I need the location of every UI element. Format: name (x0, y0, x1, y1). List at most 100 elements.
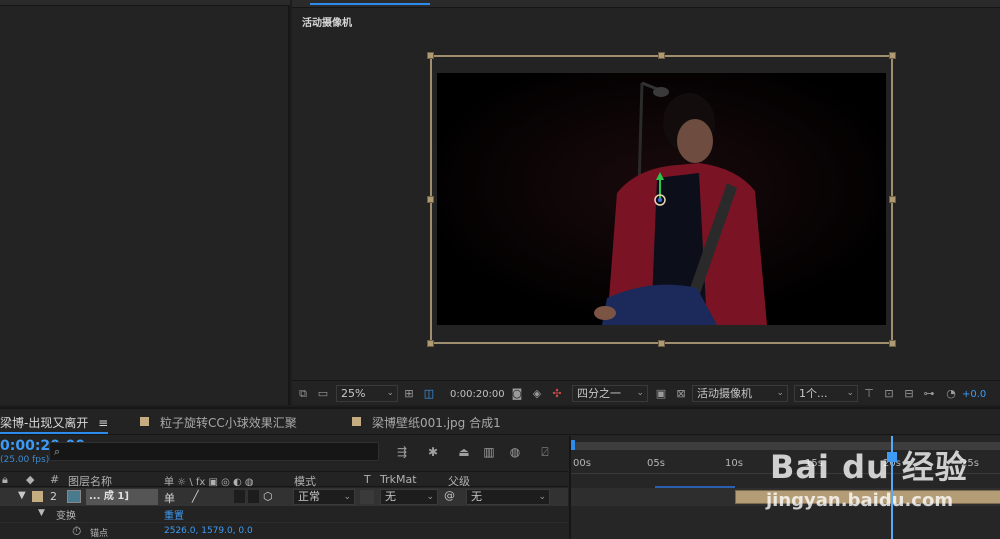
stopwatch-icon[interactable]: ⏱︎ (72, 524, 81, 539)
frame-handle-top-center[interactable] (658, 52, 665, 59)
tab-label: 梁博-出现又离开 (0, 416, 89, 430)
column-parent[interactable]: 父级 (448, 473, 470, 489)
viewer-active-tab[interactable] (310, 0, 430, 5)
frame-handle-middle-left[interactable] (427, 196, 434, 203)
resolution-value: 四分之一 (577, 387, 621, 400)
toggle-pixel-aspect-icon[interactable]: ⊤ (862, 387, 876, 400)
timeline-tab-current[interactable]: 梁博-出现又离开 ≡ (0, 414, 108, 431)
baidu-jingyan-watermark: Bai du 经验 jingyan.baidu.com (760, 432, 1000, 522)
chevron-down-icon: ⌄ (426, 492, 434, 502)
render-preview-icon[interactable]: ⊡ (882, 387, 896, 400)
composition-viewer: 活动摄像机 ⧉ ▭ 25% ⌄ ⊞ ◫ 0:00:20:00 ◙ ◈ ✣ 四分之… (292, 0, 1000, 405)
watermark-logo: Bai du 经验 (770, 448, 968, 486)
resolution-dropdown[interactable]: 四分之一 ⌄ (572, 385, 648, 402)
monitor-icon[interactable]: ▭ (316, 387, 330, 400)
lock-icon[interactable]: 🔒︎ (2, 473, 8, 487)
pick-whip-icon[interactable]: @ (444, 489, 455, 502)
motion-blur-switch[interactable] (248, 490, 259, 503)
frame-handle-bottom-center[interactable] (658, 340, 665, 347)
parent-dropdown[interactable]: 无 ⌄ (466, 489, 550, 505)
viewer-camera-label: 活动摄像机 (302, 18, 352, 29)
timeline-tab-particles[interactable]: 粒子旋转CC小球效果汇聚 (160, 414, 297, 431)
trkmat-dropdown[interactable]: 无 ⌄ (380, 489, 438, 505)
frame-handle-bottom-right[interactable] (889, 340, 896, 347)
label-tag-icon[interactable]: ◆ (26, 473, 34, 486)
blend-mode-dropdown[interactable]: 正常 ⌄ (293, 489, 355, 505)
anchor-point-value[interactable]: 2526.0, 1579.0, 0.0 (164, 526, 253, 536)
viewer-toolbar: ⧉ ▭ 25% ⌄ ⊞ ◫ 0:00:20:00 ◙ ◈ ✣ 四分之一 ⌄ ▣ … (292, 380, 1000, 405)
anchor-point-row[interactable]: ⏱︎ 锚点 2526.0, 1579.0, 0.0 (0, 522, 568, 539)
draft-3d-icon[interactable]: ✱ (426, 445, 440, 459)
viewer-timecode[interactable]: 0:00:20:00 (450, 389, 505, 400)
viewer-tabbar[interactable] (292, 0, 1000, 8)
transparency-grid-icon[interactable]: ⊠ (674, 387, 688, 400)
expand-triangle-icon[interactable]: ▼ (18, 490, 26, 501)
3d-layer-cube-icon[interactable]: ⬡ (263, 490, 273, 503)
layer-search-input[interactable]: ⌕ (49, 442, 379, 461)
column-number[interactable]: # (50, 473, 59, 486)
column-trkmat[interactable]: TrkMat (380, 473, 417, 486)
composition-mini-flowchart-icon[interactable]: ⇶ (395, 445, 409, 459)
magnification-dropdown[interactable]: 25% ⌄ (336, 385, 398, 402)
frame-handle-top-right[interactable] (889, 52, 896, 59)
watermark-url: jingyan.baidu.com (766, 490, 954, 511)
chevron-down-icon: ⌄ (343, 492, 351, 502)
frame-handle-bottom-left[interactable] (427, 340, 434, 347)
ruler-tick: 10s (725, 458, 743, 469)
shy-layers-icon[interactable]: ⏏ (457, 445, 471, 459)
adjustment-switch[interactable] (234, 490, 245, 503)
exposure-value[interactable]: +0.0 (962, 389, 986, 400)
layer-name-field[interactable]: ... 成 1] (86, 489, 158, 505)
collapse-switch[interactable]: 单 (164, 490, 175, 506)
panel-menu-icon[interactable]: ≡ (98, 416, 108, 430)
always-preview-icon[interactable]: ⧉ (296, 387, 310, 400)
camera-view-dropdown[interactable]: 活动摄像机 ⌄ (692, 385, 788, 402)
exposure-icon[interactable]: ◔ (944, 387, 958, 400)
layer-index: 2 (50, 490, 57, 503)
layer-label-color[interactable] (32, 491, 43, 502)
project-panel (0, 0, 290, 405)
work-area-start-handle[interactable] (571, 440, 575, 450)
project-panel-tabbar[interactable] (0, 0, 290, 6)
ruler-tick: 05s (647, 458, 665, 469)
chevron-down-icon: ⌄ (636, 388, 644, 398)
flowchart-icon[interactable]: ⊶ (922, 387, 936, 400)
reset-exposure-icon[interactable]: ⊟ (902, 387, 916, 400)
precomp-icon (67, 490, 81, 503)
motion-blur-icon[interactable]: ◍ (508, 445, 522, 459)
column-layer-name[interactable]: 图层名称 (68, 473, 112, 489)
anchor-point-gizmo[interactable] (652, 172, 668, 212)
tab-color-swatch (352, 417, 361, 426)
layer-columns-header: 🔒︎ ◆ # 图层名称 单 ☼ \ fx ▣ ◎ ◐ ◍ 模式 T TrkMat… (0, 471, 568, 489)
chevron-down-icon: ⌄ (386, 388, 394, 398)
layer-row[interactable]: ▼ 2 ... 成 1] 单 ╱ ⬡ 正常 ⌄ 无 ⌄ @ 无 ⌄ (0, 488, 568, 506)
preserve-transparency-toggle[interactable] (360, 490, 374, 504)
quality-switch-icon[interactable]: ╱ (192, 490, 199, 503)
ruler-tick: 00s (573, 458, 591, 469)
active-tab-indicator (0, 432, 108, 434)
cache-indicator (655, 486, 735, 488)
column-switches[interactable]: 单 ☼ \ fx ▣ ◎ ◐ ◍ (164, 473, 254, 488)
frame-blending-icon[interactable]: ▥ (482, 445, 496, 459)
chevron-down-icon: ⌄ (776, 388, 784, 398)
graph-editor-icon[interactable]: ⍁ (538, 445, 552, 459)
tab-color-swatch (140, 417, 149, 426)
transform-reset-link[interactable]: 重置 (164, 507, 184, 522)
anchor-point-label: 锚点 (90, 529, 109, 539)
channel-rgb-icon[interactable]: ✣ (550, 387, 564, 400)
frame-handle-top-left[interactable] (427, 52, 434, 59)
fit-icon[interactable]: ⊞ (402, 387, 416, 400)
view-layout-value: 1个... (799, 387, 828, 400)
column-track-matte-t[interactable]: T (364, 473, 371, 486)
frame-handle-middle-right[interactable] (889, 196, 896, 203)
chevron-down-icon: ⌄ (846, 388, 854, 398)
fast-previews-icon[interactable]: ▣ (654, 387, 668, 400)
show-snapshot-icon[interactable]: ◈ (530, 387, 544, 400)
expand-triangle-icon[interactable]: ▼ (38, 508, 45, 518)
camera-snapshot-icon[interactable]: ◙ (510, 387, 524, 400)
view-layout-dropdown[interactable]: 1个... ⌄ (794, 385, 858, 402)
transform-group-row[interactable]: ▼ 变换 重置 (0, 506, 568, 522)
region-of-interest-icon[interactable]: ◫ (422, 387, 436, 400)
column-mode[interactable]: 模式 (294, 473, 316, 489)
timeline-tab-wallpaper[interactable]: 梁博壁纸001.jpg 合成1 (372, 414, 501, 431)
